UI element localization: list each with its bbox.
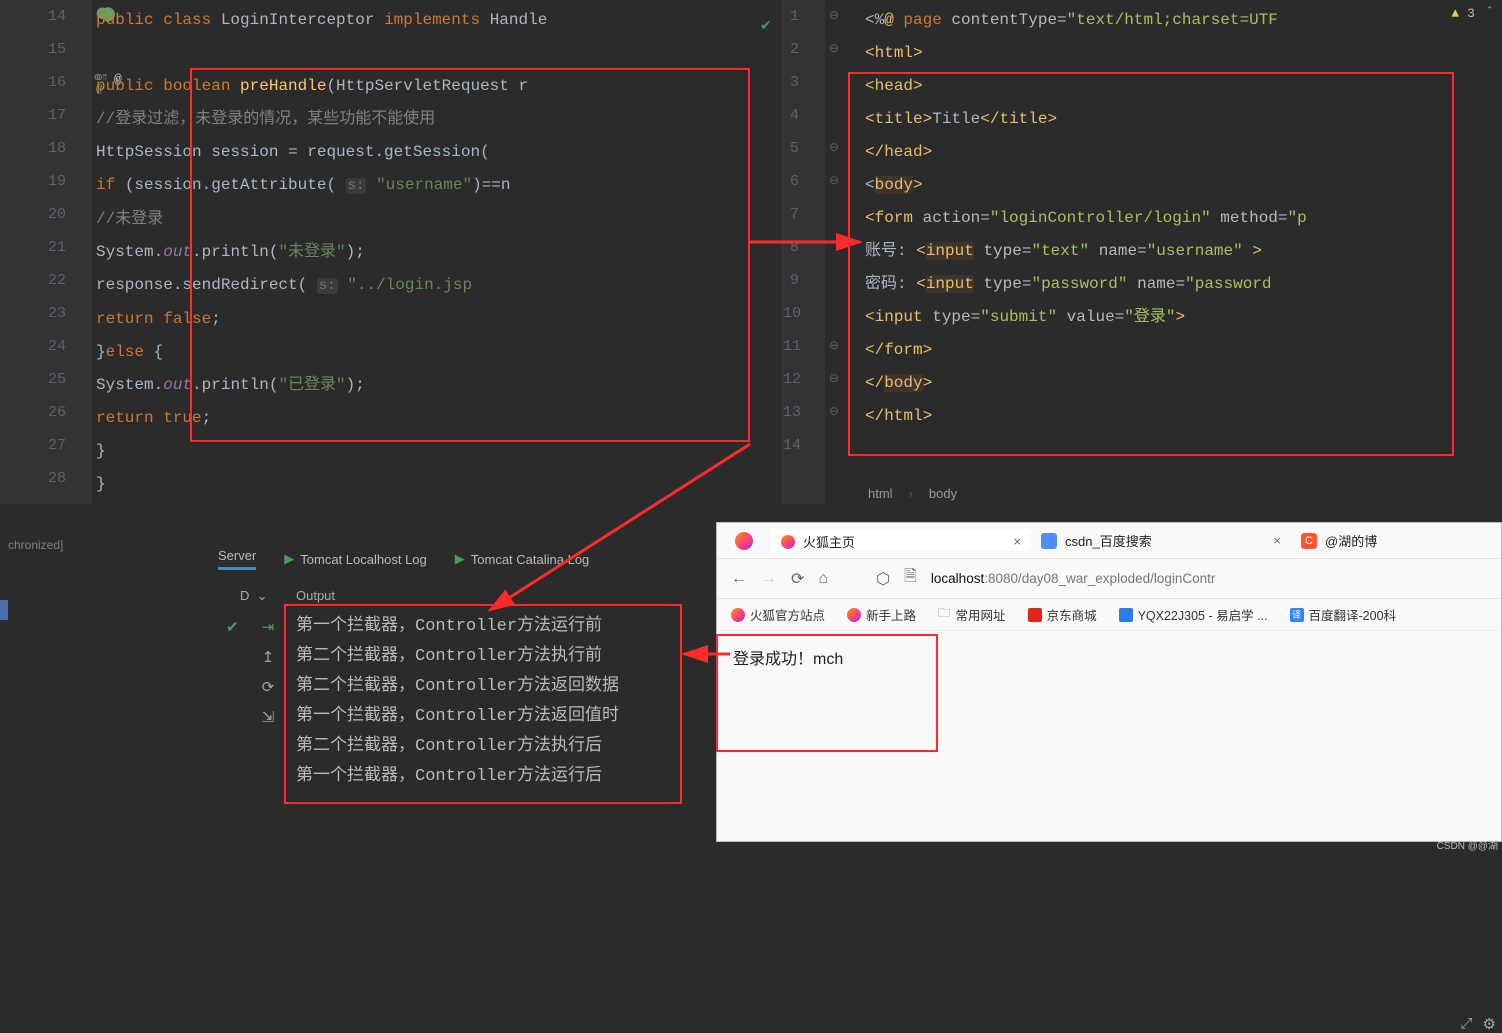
firefox-logo-icon xyxy=(717,532,771,550)
tab-title: 火狐主页 xyxy=(803,532,855,551)
shield-icon[interactable]: ⬡ xyxy=(876,569,890,589)
breadcrumb-html[interactable]: html xyxy=(860,486,901,501)
bookmarks-bar: 火狐官方站点 新手上路 🗀常用网址 京东商城 YQX22J305 - 易启学 ... 译百… xyxy=(717,599,1501,631)
browser-toolbar: ← → ⟳ ⌂ ⬡ 🗎 localhost:8080/day08_war_exp… xyxy=(717,559,1501,599)
watermark: CSDN @@湖 xyxy=(1437,837,1498,852)
code-area-left[interactable]: public class LoginInterceptor implements… xyxy=(92,0,782,505)
reload-button[interactable]: ⟳ xyxy=(791,569,804,589)
run-ok-icon: ✔ xyxy=(226,618,239,637)
step-icon[interactable]: ⇥ xyxy=(256,612,280,642)
tab-tomcat-catalina-log[interactable]: ▶Tomcat Catalina Log xyxy=(455,551,590,567)
console-tabs: Server ▶Tomcat Localhost Log ▶Tomcat Cat… xyxy=(218,548,589,570)
split-editor: 14⬤1516o↑ @171819202122232425262728⬤ o↑ … xyxy=(0,0,1502,505)
gutter-right[interactable]: 1234567891011121314⊖⊖⊖⊖⊖⊖⊖ xyxy=(783,0,825,505)
browser-tab-1[interactable]: 火狐主页 × xyxy=(771,530,1031,551)
baidu-paw-icon xyxy=(1041,533,1057,549)
editor-right-jsp[interactable]: 1234567891011121314⊖⊖⊖⊖⊖⊖⊖ <%@ page cont… xyxy=(782,0,1502,505)
page-body: 登录成功！mch xyxy=(717,631,1501,683)
tab-title: @湖的博 xyxy=(1325,531,1377,550)
close-icon[interactable]: × xyxy=(1013,534,1021,549)
play-icon: ▶ xyxy=(455,551,465,567)
gutter-left[interactable]: 14⬤1516o↑ @171819202122232425262728⬤ o↑ … xyxy=(0,0,92,505)
browser-tab-3[interactable]: C @湖的博 xyxy=(1291,531,1411,550)
tab-server[interactable]: Server xyxy=(218,548,256,570)
bookmark-item[interactable]: 🗀常用网址 xyxy=(938,604,1006,625)
login-success-text: 登录成功！mch xyxy=(733,651,843,668)
page-info-icon[interactable]: 🗎 xyxy=(904,565,917,592)
bookmark-item[interactable]: 火狐官方站点 xyxy=(731,605,825,624)
gear-icon[interactable]: ⚙ xyxy=(1483,1015,1496,1033)
url-bar[interactable]: localhost:8080/day08_war_exploded/loginC… xyxy=(931,571,1487,586)
run-selection-bar xyxy=(0,600,8,620)
sync-status: chronized] xyxy=(0,530,190,560)
console-toolbar: ⇥ ↥ ⟳ ⇲ xyxy=(256,612,280,732)
bookmark-item[interactable]: YQX22J305 - 易启学 ... xyxy=(1119,605,1268,624)
fold-up-icon[interactable]: ＾ xyxy=(1483,4,1496,23)
browser-tab-2[interactable]: csdn_百度搜索 × xyxy=(1031,531,1291,550)
play-icon: ▶ xyxy=(284,551,294,567)
run-config-area: chronized] xyxy=(0,530,190,560)
tab-tomcat-localhost-log[interactable]: ▶Tomcat Localhost Log xyxy=(284,551,426,567)
warning-icon[interactable]: ▲ xyxy=(1451,6,1459,21)
debugger-d[interactable]: D ⌄ xyxy=(240,588,268,604)
home-button[interactable]: ⌂ xyxy=(818,570,828,588)
firefox-window: 火狐主页 × csdn_百度搜索 × C @湖的博 ← → ⟳ ⌂ ⬡ 🗎 lo… xyxy=(716,522,1502,842)
console-output[interactable]: 第一个拦截器，Controller方法运行前第二个拦截器，Controller方… xyxy=(296,612,619,792)
warning-count: 3 xyxy=(1467,6,1475,21)
breadcrumb-body[interactable]: body xyxy=(921,486,965,501)
tab-title: csdn_百度搜索 xyxy=(1065,531,1152,550)
export-icon[interactable]: ⇲ xyxy=(256,702,280,732)
firefox-icon xyxy=(781,535,795,549)
breadcrumb[interactable]: html›body xyxy=(860,486,965,501)
browser-tabstrip: 火狐主页 × csdn_百度搜索 × C @湖的博 xyxy=(717,523,1501,559)
analysis-ok-icon: ✔ xyxy=(760,18,772,35)
output-header: Output xyxy=(296,588,335,603)
forward-button[interactable]: → xyxy=(761,570,777,588)
bookmark-item[interactable]: 译百度翻译-200科 xyxy=(1290,605,1397,624)
code-area-right[interactable]: <%@ page contentType="text/html;charset=… xyxy=(861,0,1502,505)
bookmark-item[interactable]: 京东商城 xyxy=(1028,605,1097,624)
reload-icon[interactable]: ⟳ xyxy=(256,672,280,702)
csdn-icon: C xyxy=(1301,533,1317,549)
up-icon[interactable]: ↥ xyxy=(256,642,280,672)
back-button[interactable]: ← xyxy=(731,570,747,588)
layout-icon[interactable]: ⤢ xyxy=(1461,1015,1473,1033)
close-icon[interactable]: × xyxy=(1273,533,1281,548)
editor-left-java[interactable]: 14⬤1516o↑ @171819202122232425262728⬤ o↑ … xyxy=(0,0,782,505)
bookmark-item[interactable]: 新手上路 xyxy=(847,605,916,624)
